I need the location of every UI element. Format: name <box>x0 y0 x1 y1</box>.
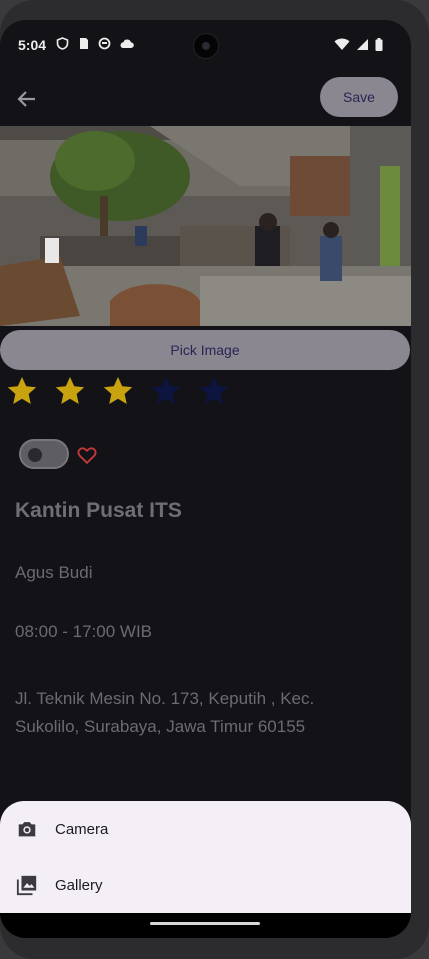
status-bar: 5:04 <box>0 20 411 70</box>
home-handle[interactable] <box>150 922 260 925</box>
sd-card-icon <box>77 37 90 50</box>
device-screen: 5:04 Save Pick Image Kantin Pusat ITS Ag… <box>0 20 411 938</box>
back-button[interactable] <box>14 86 40 112</box>
status-notification-icons <box>56 37 134 50</box>
favorite-toggle[interactable] <box>19 439 69 469</box>
arrow-back-icon <box>17 91 35 107</box>
toggle-knob <box>28 448 42 462</box>
status-time: 5:04 <box>18 37 47 53</box>
status-system-icons <box>334 38 383 56</box>
star-empty-icon[interactable] <box>198 375 230 407</box>
star-filled-icon[interactable] <box>102 375 134 407</box>
gallery-option[interactable]: Gallery <box>0 857 411 913</box>
address-line-1: Jl. Teknik Mesin No. 173, Keputih , Kec. <box>15 689 315 708</box>
gesture-nav-bar <box>0 913 411 938</box>
star-empty-icon[interactable] <box>150 375 182 407</box>
cloud-icon <box>119 37 134 50</box>
camera-option[interactable]: Camera <box>0 801 411 857</box>
pick-image-button[interactable]: Pick Image <box>0 330 410 370</box>
gallery-option-label: Gallery <box>55 876 103 894</box>
selected-image <box>0 126 411 326</box>
wifi-icon <box>334 38 350 56</box>
front-camera <box>193 33 219 59</box>
battery-icon <box>375 38 383 56</box>
save-button[interactable]: Save <box>320 77 398 117</box>
camera-icon <box>16 818 38 840</box>
address-line-2: Sukolilo, Surabaya, Jawa Timur 60155 <box>15 717 306 736</box>
camera-option-label: Camera <box>55 820 109 838</box>
gallery-icon <box>16 874 38 896</box>
app-notification-icon <box>98 37 111 50</box>
rating-stars[interactable] <box>6 375 230 407</box>
star-filled-icon[interactable] <box>6 375 38 407</box>
owner-name: Agus Budi <box>15 563 93 582</box>
image-source-bottom-sheet: Camera Gallery <box>0 801 411 913</box>
favorite-heart-icon[interactable] <box>76 444 98 466</box>
signal-icon <box>356 38 369 56</box>
place-name: Kantin Pusat ITS <box>15 499 182 522</box>
opening-hours: 08:00 - 17:00 WIB <box>15 622 153 641</box>
star-filled-icon[interactable] <box>54 375 86 407</box>
shield-icon <box>56 37 69 50</box>
